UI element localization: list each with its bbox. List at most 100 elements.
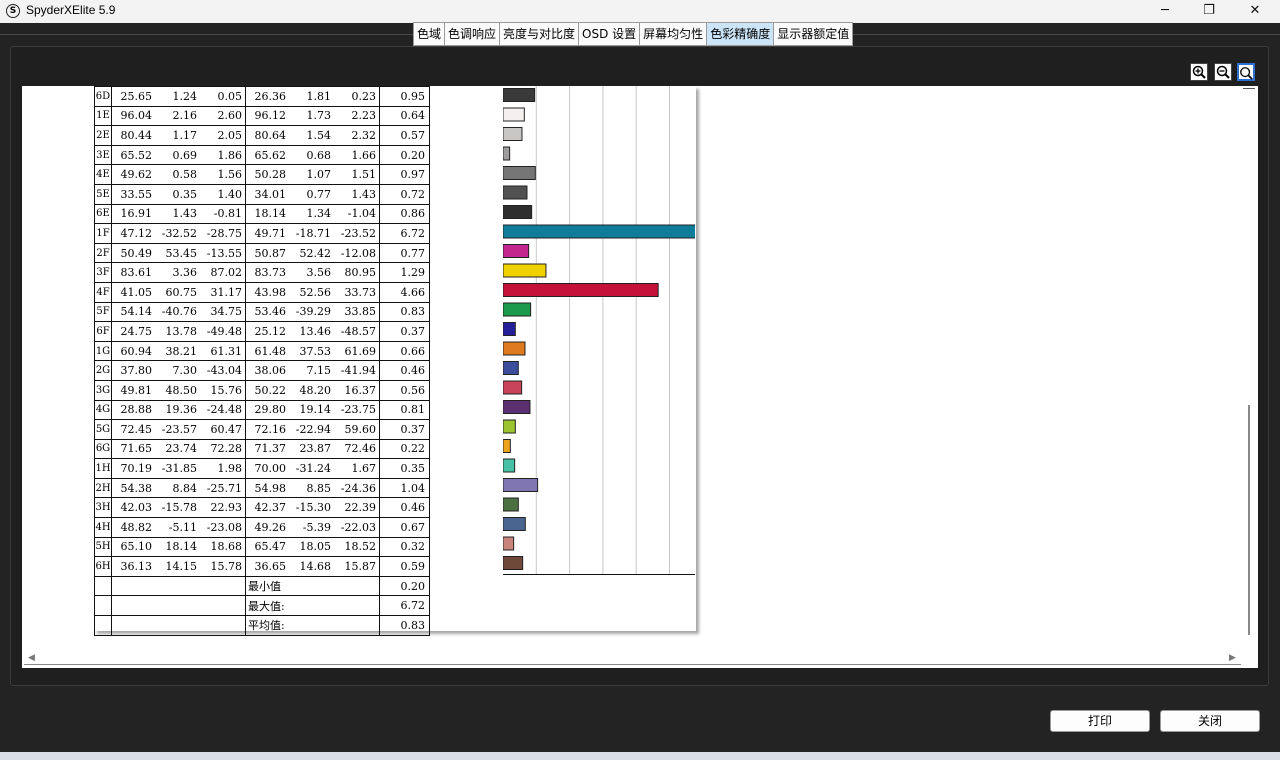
reference-lab-value: -23.08	[206, 520, 242, 534]
tab-osd-settings[interactable]: OSD 设置	[578, 22, 640, 46]
measured-lab-value: 1.73	[306, 109, 332, 123]
table-row: 6F 24.75 13.78 -49.48 25.12 13.46 -48.57 0.37	[94, 321, 430, 342]
reference-lab-value: 24.75	[120, 324, 153, 338]
patch-id: 3E	[94, 144, 112, 166]
close-button[interactable]: 关闭	[1160, 710, 1260, 732]
reference-lab-value: 1.43	[172, 207, 198, 221]
tab-screen-uniformity[interactable]: 屏幕均匀性	[639, 22, 707, 46]
title-bar: S SpyderXElite 5.9 ─ ❐ ✕	[0, 0, 1280, 23]
measured-lab-value: 22.39	[344, 501, 377, 515]
table-row: 5F 54.14 -40.76 34.75 53.46 -39.29 33.85 0.83	[94, 301, 430, 323]
zoom-out-icon	[1216, 65, 1230, 79]
delta-e-bar-6E	[503, 205, 533, 219]
zoom-in-button[interactable]	[1190, 63, 1208, 81]
minimize-button[interactable]: ─	[1142, 0, 1188, 23]
delta-e-bar-1G	[503, 341, 526, 356]
tab-display-rating[interactable]: 显示器额定值	[773, 22, 854, 46]
measured-lab-value: -23.75	[340, 403, 376, 417]
print-button[interactable]: 打印	[1050, 710, 1150, 732]
delta-e-bar-5G	[503, 419, 516, 434]
scroll-right-arrow-icon[interactable]: ▶	[1229, 653, 1236, 663]
close-window-button[interactable]: ✕	[1232, 0, 1278, 23]
scroll-left-arrow-icon[interactable]: ◀	[28, 653, 35, 663]
reference-lab-value: 0.05	[217, 89, 243, 103]
measured-lab-cell: 38.06 7.15 -41.94	[245, 360, 380, 381]
measured-lab-value: 37.53	[299, 344, 332, 358]
measured-lab-value: 50.28	[254, 168, 287, 182]
report-page: 6D 25.65 1.24 0.05 26.36 1.81 0.23 0.95 1E 96.04 2…	[94, 86, 696, 636]
measured-lab-value: 1.81	[306, 89, 332, 103]
reference-lab-value: -5.11	[168, 520, 197, 534]
table-row: 6H 36.13 14.15 15.78 36.65 14.68 15.87 0.59	[94, 556, 430, 577]
table-row: 1F 47.12 -32.52 -28.75 49.71 -18.71 -23.52 6.72	[94, 223, 430, 244]
reference-lab-value: 80.44	[120, 128, 153, 142]
tab-color-accuracy[interactable]: 色彩精确度	[706, 22, 774, 46]
delta-e-value: 0.67	[379, 517, 430, 538]
zoom-fit-button[interactable]	[1237, 63, 1255, 81]
zoom-in-icon	[1192, 65, 1206, 79]
patch-id: 4F	[94, 281, 112, 303]
delta-e-bar-3G	[503, 380, 523, 395]
table-row: 1E 96.04 2.16 2.60 96.12 1.73 2.23 0.64	[94, 105, 430, 127]
measured-lab-value: 34.01	[254, 187, 287, 201]
table-row: 4H 48.82 -5.11 -23.08 49.26 -5.39 -22.03 0.67	[94, 517, 430, 538]
vertical-scrollbar-thumb[interactable]	[1248, 405, 1250, 635]
reference-lab-value: 47.12	[120, 226, 153, 240]
reference-lab-value: -23.57	[161, 422, 197, 436]
reference-lab-value: 72.28	[210, 442, 243, 456]
measured-lab-value: 18.05	[299, 540, 332, 554]
reference-lab-value: 8.84	[172, 481, 198, 495]
delta-e-value: 0.86	[379, 203, 430, 225]
reference-lab-cell: 16.91 1.43 -0.81	[111, 203, 246, 225]
measured-lab-value: 50.87	[254, 246, 287, 260]
reference-lab-value: 2.05	[217, 128, 243, 142]
measured-lab-value: 49.71	[254, 226, 287, 240]
reference-lab-cell: 96.04 2.16 2.60	[111, 105, 246, 127]
reference-lab-cell: 70.19 -31.85 1.98	[111, 458, 246, 479]
measured-lab-cell: 65.47 18.05 18.52	[245, 536, 380, 558]
color-accuracy-table: 6D 25.65 1.24 0.05 26.36 1.81 0.23 0.95 1E 96.04 2…	[94, 86, 430, 636]
delta-e-value: 6.72	[379, 223, 430, 244]
reference-lab-value: 0.58	[172, 168, 198, 182]
delta-e-bar-6D	[503, 88, 536, 102]
zoom-out-button[interactable]	[1214, 63, 1232, 81]
tab-tone-response[interactable]: 色调响应	[444, 22, 500, 46]
delta-e-value: 0.83	[379, 301, 430, 323]
measured-lab-value: 1.43	[351, 187, 377, 201]
measured-lab-value: 48.20	[299, 383, 332, 397]
delta-e-bar-3E	[503, 146, 511, 161]
measured-lab-value: -24.36	[340, 481, 376, 495]
measured-lab-value: 43.98	[254, 285, 287, 299]
patch-id: 6G	[94, 438, 112, 460]
reference-lab-value: 1.86	[217, 148, 243, 162]
measured-lab-value: 49.26	[254, 520, 287, 534]
measured-lab-value: -1.04	[347, 207, 376, 221]
reference-lab-value: 65.52	[120, 148, 153, 162]
measured-lab-value: 29.80	[254, 403, 287, 417]
tab-gamut[interactable]: 色域	[413, 22, 445, 46]
maximize-button[interactable]: ❐	[1186, 0, 1232, 23]
tab-brightness-contrast[interactable]: 亮度与对比度	[499, 22, 579, 46]
reference-lab-value: 0.35	[172, 187, 198, 201]
patch-id: 2G	[94, 360, 112, 381]
reference-lab-cell: 60.94 38.21 61.31	[111, 340, 246, 362]
reference-lab-cell: 41.05 60.75 31.17	[111, 281, 246, 303]
patch-id: 3G	[94, 379, 112, 401]
measured-lab-cell: 42.37 -15.30 22.39	[245, 497, 380, 519]
reference-lab-value: 54.38	[120, 481, 153, 495]
patch-id: 1E	[94, 105, 112, 127]
delta-e-value: 0.64	[379, 105, 430, 127]
measured-lab-value: 96.12	[254, 109, 287, 123]
delta-e-bar-6G	[503, 439, 511, 453]
reference-lab-value: 1.40	[217, 187, 243, 201]
delta-e-bar-4H	[503, 517, 526, 531]
spyder-app-icon: S	[6, 4, 20, 18]
measured-lab-value: 72.46	[344, 442, 377, 456]
measured-lab-value: 26.36	[254, 89, 287, 103]
delta-e-value: 0.59	[379, 556, 430, 577]
reference-lab-value: 1.24	[172, 89, 198, 103]
reference-lab-cell: 71.65 23.74 72.28	[111, 438, 246, 460]
zoom-fit-icon	[1240, 67, 1253, 80]
measured-lab-value: 1.67	[351, 462, 377, 476]
table-row: 4G 28.88 19.36 -24.48 29.80 19.14 -23.75 0.81	[94, 399, 430, 421]
